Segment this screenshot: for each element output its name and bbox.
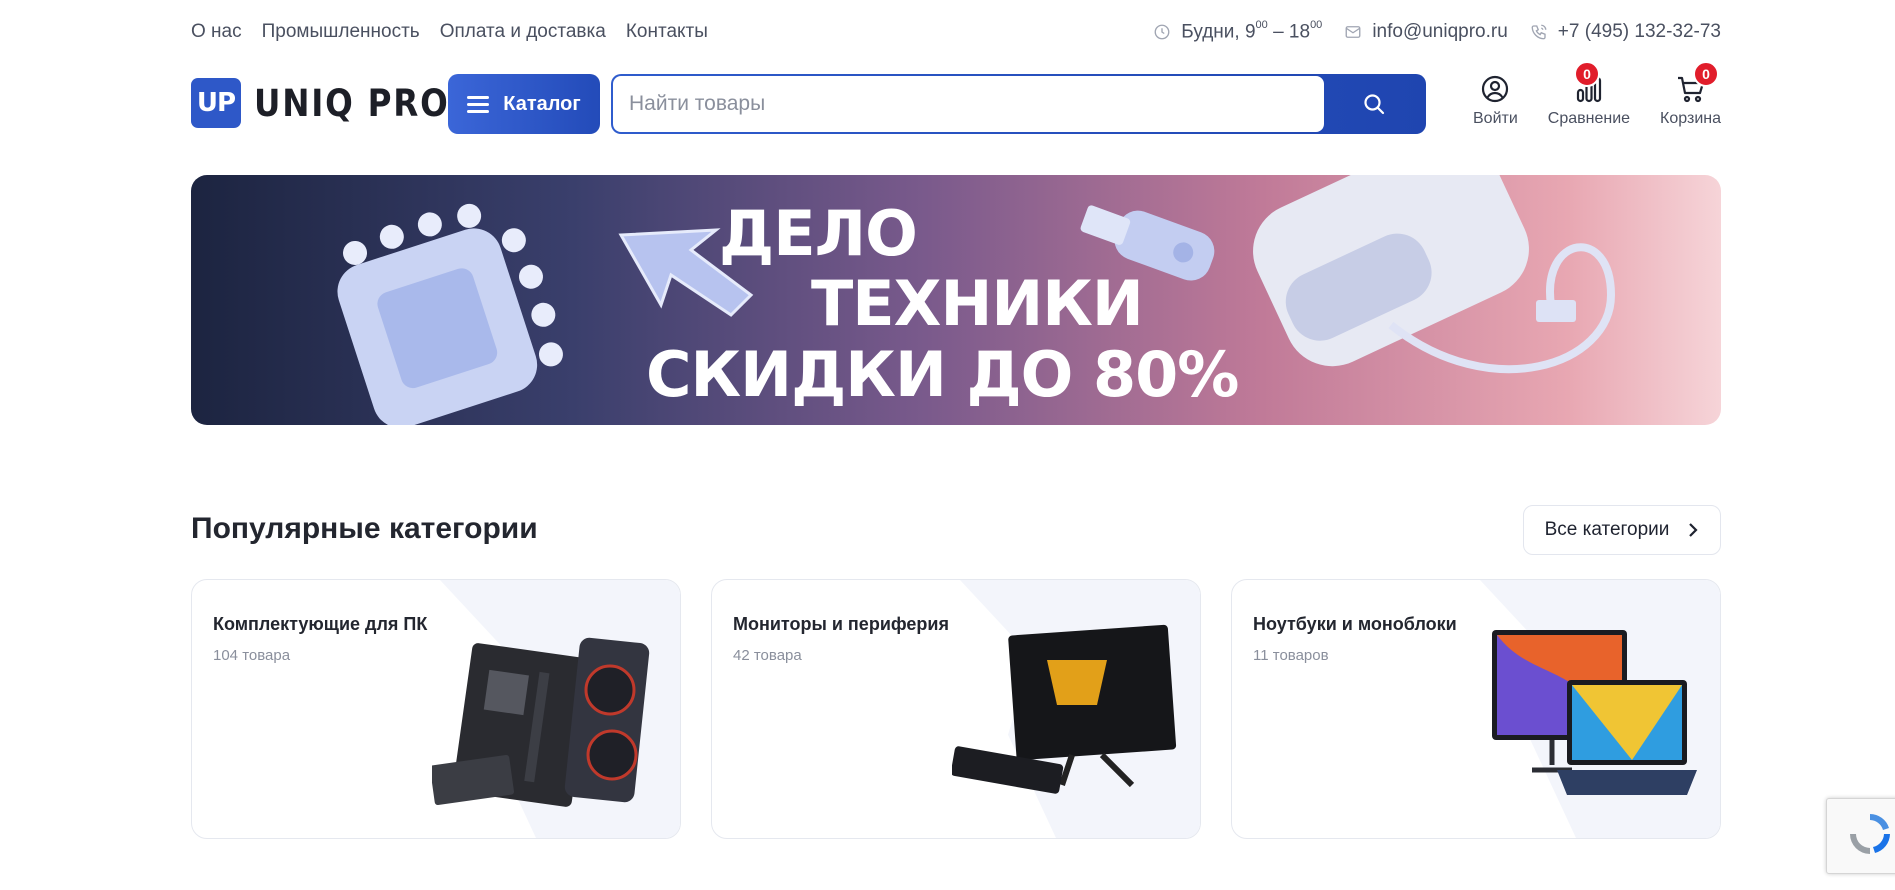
compare-label: Сравнение — [1547, 110, 1631, 127]
chip-image — [337, 203, 563, 425]
category-count: 42 товара — [733, 647, 802, 664]
banner-title-line3: СКИДКИ ДО 80% — [646, 338, 1239, 411]
phone-contact[interactable]: +7 (495) 132-32-73 — [1530, 21, 1721, 43]
phone-icon — [1531, 24, 1547, 40]
all-categories-button[interactable]: Все категории — [1523, 505, 1721, 555]
cart-label: Корзина — [1660, 110, 1721, 127]
search-input[interactable] — [613, 76, 1324, 132]
nav-link-payment-delivery[interactable]: Оплата и доставка — [440, 21, 606, 43]
clock-icon — [1154, 24, 1170, 40]
logo-text: UNIQ PRO — [254, 81, 450, 125]
search-icon — [1364, 94, 1385, 115]
nav-link-contacts[interactable]: Контакты — [626, 21, 708, 43]
menu-icon — [467, 96, 490, 113]
monitor-keyboard-image — [952, 624, 1177, 794]
section-title: Популярные категории — [191, 512, 538, 545]
user-icon — [1482, 75, 1509, 103]
category-count: 104 товара — [213, 647, 291, 664]
motherboard-image — [432, 637, 650, 807]
catalog-label: Каталог — [503, 92, 581, 115]
mail-icon — [1345, 26, 1361, 38]
email-contact[interactable]: info@uniqpro.ru — [1344, 21, 1508, 43]
banner-title-line2: ТЕХНИКИ — [811, 267, 1144, 340]
recaptcha-badge[interactable] — [1826, 798, 1895, 874]
chevron-right-icon — [1689, 523, 1698, 537]
nav-link-industry[interactable]: Промышленность — [262, 21, 420, 43]
working-hours: Будни, 900 – 1800 — [1153, 18, 1323, 43]
login-button[interactable]: Войти — [1473, 74, 1518, 134]
recaptcha-icon — [1850, 814, 1890, 854]
logo-badge: UP — [191, 78, 241, 128]
banner-title-line1: ДЕЛО — [719, 197, 918, 270]
search-button[interactable] — [1324, 76, 1424, 132]
category-cards: Комплектующие для ПК 104 товара Мониторы… — [191, 579, 1721, 839]
promo-banner[interactable]: ДЕЛО ТЕХНИКИ СКИДКИ ДО 80% — [191, 175, 1721, 425]
nav-link-about[interactable]: О нас — [191, 21, 242, 43]
cart-button[interactable]: Корзина 0 — [1660, 61, 1721, 134]
logo[interactable]: UP UNIQ PRO — [191, 78, 476, 128]
category-title: Комплектующие для ПК — [213, 614, 428, 634]
category-card-monitors[interactable]: Мониторы и периферия 42 товара — [711, 579, 1201, 839]
header: UP UNIQ PRO Каталог Войти Сравнение 0 Ко… — [191, 61, 1721, 134]
header-actions: Войти Сравнение 0 Корзина 0 — [1473, 61, 1721, 134]
cart-count-badge: 0 — [1693, 61, 1719, 87]
compare-count-badge: 0 — [1574, 61, 1601, 87]
powerbank-image — [1253, 175, 1616, 374]
top-nav: О нас Промышленность Оплата и доставка К… — [191, 21, 708, 43]
category-card-laptops[interactable]: Ноутбуки и моноблоки 11 товаров — [1231, 579, 1721, 839]
category-title: Ноутбуки и моноблоки — [1253, 614, 1457, 634]
contacts: Будни, 900 – 1800 info@uniqpro.ru +7 (49… — [1153, 18, 1721, 43]
hours-text: Будни, 900 – 1800 — [1181, 18, 1323, 43]
top-bar: О нас Промышленность Оплата и доставка К… — [191, 18, 1721, 46]
phone-link[interactable]: +7 (495) 132-32-73 — [1558, 21, 1721, 43]
compare-button[interactable]: Сравнение 0 — [1547, 61, 1631, 134]
email-link[interactable]: info@uniqpro.ru — [1372, 21, 1507, 43]
all-categories-label: Все категории — [1544, 519, 1670, 540]
category-title: Мониторы и периферия — [733, 614, 949, 634]
category-count: 11 товаров — [1253, 647, 1329, 664]
login-label: Войти — [1473, 110, 1518, 127]
category-card-pc-components[interactable]: Комплектующие для ПК 104 товара — [191, 579, 681, 839]
search-bar — [611, 74, 1426, 134]
catalog-button[interactable]: Каталог — [448, 74, 600, 134]
laptop-monoblock-image — [1492, 630, 1697, 795]
